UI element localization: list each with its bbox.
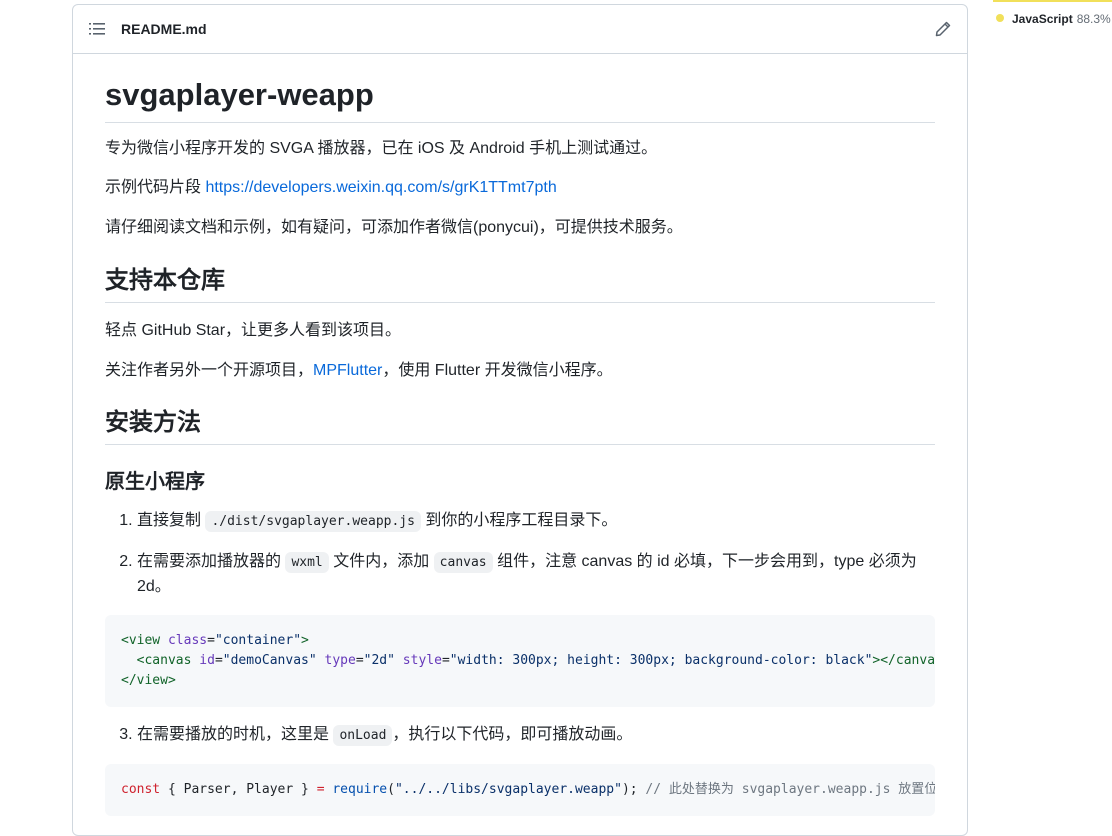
install-step-2: 在需要添加播放器的 wxml 文件内，添加 canvas 组件，注意 canva… [137, 550, 935, 599]
step-2-code-wxml: wxml [285, 552, 329, 574]
step-1-code: ./dist/svgaplayer.weapp.js [205, 511, 421, 533]
code-token: "container" [214, 633, 302, 649]
intro-paragraph: 专为微信小程序开发的 SVGA 播放器，已在 iOS 及 Android 手机上… [105, 140, 658, 158]
support-line-1: 轻点 GitHub Star，让更多人看到该项目。 [105, 322, 402, 340]
code-token: > [301, 633, 309, 649]
step-1-prefix: 直接复制 [137, 512, 206, 530]
readme-main-heading: svgaplayer-weapp [105, 76, 935, 124]
language-name: JavaScript [1012, 12, 1073, 26]
code-token: require [324, 782, 388, 798]
readme-content: svgaplayer-weapp 专为微信小程序开发的 SVGA 播放器，已在 … [73, 76, 967, 817]
code-token: ( [387, 782, 395, 798]
code-token: </view> [121, 673, 176, 689]
readme-panel: README.md svgaplayer-weapp 专为微信小程序开发的 SV… [72, 4, 968, 836]
support-heading: 支持本仓库 [105, 266, 935, 304]
code-token: ); [621, 782, 638, 798]
code-block-wxml: <view class="container"> <canvas id="dem… [105, 615, 935, 708]
outline-list-icon[interactable] [89, 22, 105, 36]
step-2-prefix: 在需要添加播放器的 [137, 553, 286, 571]
step-3-prefix: 在需要播放的时机，这里是 [137, 726, 334, 744]
code-token: id [199, 653, 215, 669]
mpflutter-link[interactable]: MPFlutter [313, 362, 382, 379]
code-token: = [214, 653, 223, 669]
code-token: const [121, 782, 161, 798]
language-item-javascript[interactable]: JavaScript 88.3% [996, 12, 1111, 26]
code-token: type [324, 653, 356, 669]
sample-paragraph: 示例代码片段 https://developers.weixin.qq.com/… [105, 176, 935, 200]
code-token: "width: 300px; height: 300px; background… [449, 653, 873, 669]
step-2-code-canvas: canvas [433, 552, 493, 574]
support-line-2: 关注作者另外一个开源项目，MPFlutter，使用 Flutter 开发微信小程… [105, 359, 935, 383]
install-steps-list-2: 在需要播放的时机，这里是 onLoad，执行以下代码，即可播放动画。 [105, 723, 935, 748]
code-block-js: const { Parser, Player } = require("../.… [105, 764, 935, 817]
readme-header: README.md [73, 5, 967, 54]
language-color-dot [996, 14, 1004, 22]
step-3-suffix: ，执行以下代码，即可播放动画。 [392, 726, 633, 744]
code-token: style [402, 653, 442, 669]
step-2-mid: 文件内，添加 [328, 553, 434, 571]
install-step-3: 在需要播放的时机，这里是 onLoad，执行以下代码，即可播放动画。 [137, 723, 935, 748]
sample-link[interactable]: https://developers.weixin.qq.com/s/grK1T… [205, 179, 556, 196]
code-token: <canvas [136, 653, 200, 669]
code-token: = [316, 782, 325, 798]
step-1-suffix: 到你的小程序工程目录下。 [420, 512, 618, 530]
sample-prefix: 示例代码片段 [105, 179, 206, 197]
pencil-edit-icon[interactable] [935, 21, 951, 37]
code-token: = [207, 633, 215, 649]
code-token: ></canvas> [872, 653, 935, 669]
code-token: class [167, 633, 208, 649]
code-token: <view [121, 633, 168, 649]
code-token: // 此处替换为 svgaplayer.weapp.js 放置位置 [637, 782, 935, 798]
install-steps-list-1: 直接复制 ./dist/svgaplayer.weapp.js 到你的小程序工程… [105, 509, 935, 599]
native-heading: 原生小程序 [105, 471, 205, 494]
code-token: = [441, 653, 450, 669]
support-line-2-prefix: 关注作者另外一个开源项目， [105, 362, 314, 380]
read-note-paragraph: 请仔细阅读文档和示例，如有疑问，可添加作者微信(ponycui)，可提供技术服务… [105, 219, 683, 237]
language-percent: 88.3% [1076, 12, 1111, 26]
step-3-code: onLoad [333, 725, 393, 747]
install-heading: 安装方法 [105, 408, 935, 446]
code-token: "demoCanvas" [222, 653, 317, 669]
support-line-2-suffix: ，使用 Flutter 开发微信小程序。 [382, 362, 613, 380]
code-token: "2d" [363, 653, 395, 669]
language-bar [993, 0, 1112, 2]
install-step-1: 直接复制 ./dist/svgaplayer.weapp.js 到你的小程序工程… [137, 509, 935, 534]
code-token: { Parser, Player } [160, 782, 317, 798]
code-token: "../../libs/svgaplayer.weapp" [394, 782, 622, 798]
readme-filename[interactable]: README.md [121, 21, 207, 37]
code-token: = [355, 653, 364, 669]
